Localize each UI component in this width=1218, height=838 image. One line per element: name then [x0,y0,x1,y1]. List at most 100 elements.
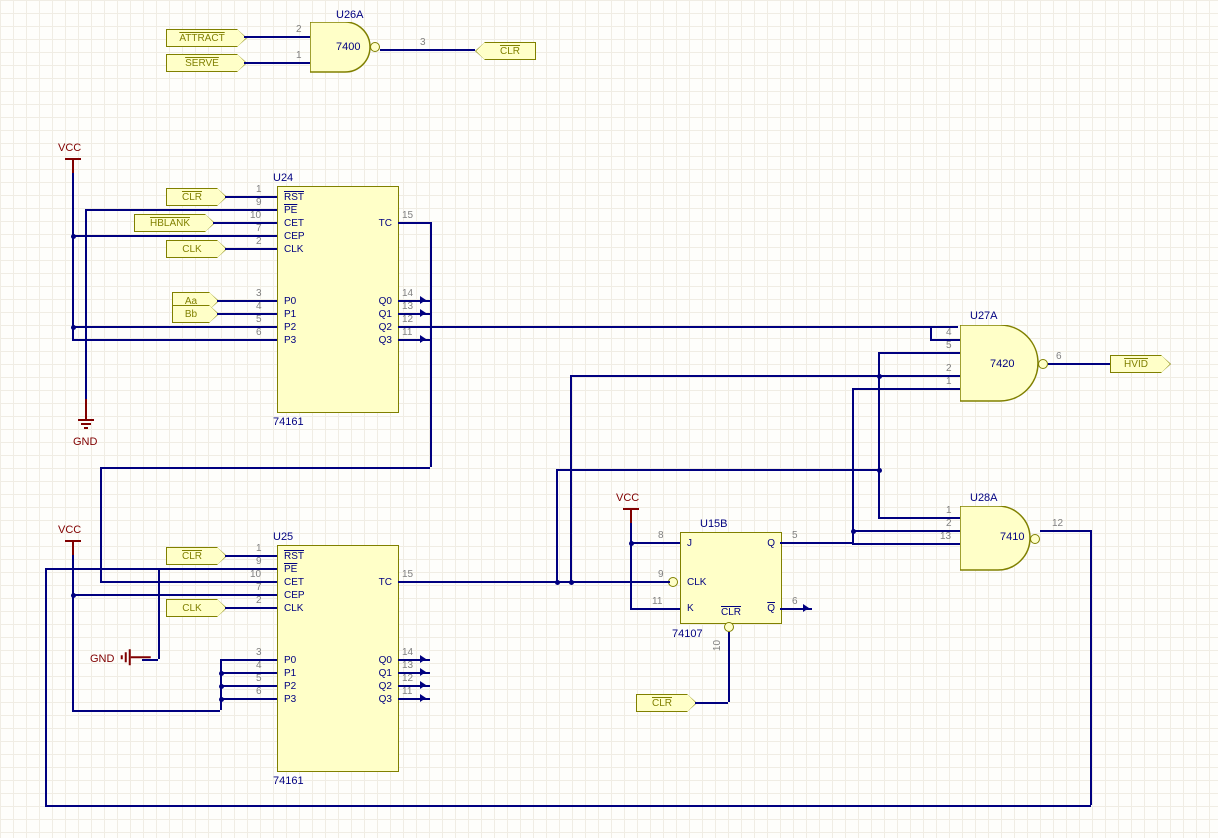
gnd-symbol [85,399,87,419]
wire [630,523,632,608]
wire [398,222,430,224]
junction [877,374,882,379]
tag-clr-u25: CLR [166,547,218,565]
pin-label: P2 [284,322,296,333]
wire [695,702,728,704]
pin-num: 3 [420,37,426,48]
pin-num: 11 [402,327,412,338]
wire [1040,530,1090,532]
pin-num: 6 [1056,351,1062,362]
nc-arrow [420,309,426,317]
wire [72,339,245,341]
pin-label: P3 [284,694,296,705]
pin-num: 6 [792,596,798,607]
u24-des: U24 [273,172,293,184]
wire [398,581,430,583]
tag-label: HVID [1124,359,1148,370]
tag-clr-out: CLR [484,42,536,60]
u27a-type: 7420 [990,358,1014,370]
wire [225,555,245,557]
tag-attract-label: ATTRACT [179,33,224,44]
tag-hvid: HVID [1110,355,1162,373]
pin-num: 4 [256,301,262,312]
pin-label: CLR [721,607,741,618]
pin-num: 2 [296,24,302,35]
nc-arrow [420,668,426,676]
wire [45,568,158,570]
pin-label: Q1 [379,309,392,320]
nc-arrow [420,335,426,343]
u28a-des: U28A [970,492,998,504]
pin-num: 2 [946,518,952,529]
junction [71,234,76,239]
pin-num: 5 [946,340,952,351]
wire [878,469,880,517]
wire [245,339,277,341]
wire [158,568,160,659]
pin-num: 9 [256,197,262,208]
wire [380,49,475,51]
pin-num: 8 [658,530,664,541]
vcc-label: VCC [616,492,639,504]
wire [630,608,658,610]
pin-num: 12 [1052,518,1063,529]
pin-num: 3 [256,647,262,658]
wire [930,517,960,519]
wire [556,469,558,581]
u28a-type: 7410 [1000,531,1024,543]
u26a-bubble [370,42,380,52]
wire [556,469,878,471]
pin-num: 2 [256,595,262,606]
wire [72,235,245,237]
tag-label: HBLANK [150,218,190,229]
pin-num: 5 [256,314,262,325]
nc-arrow [420,681,426,689]
pin-label: P1 [284,309,296,320]
wire [1048,363,1103,365]
wire [930,543,960,545]
u26a-des: U26A [336,9,364,21]
wire [100,467,430,469]
wire [728,657,730,702]
wire [658,581,670,583]
pin-num: 7 [256,582,262,593]
tag-bb: Bb [172,305,210,323]
wire [1090,530,1092,805]
wire [930,388,960,390]
wire [72,710,220,712]
u24-body: RST PE CET CEP CLK P0 P1 P2 P3 TC Q0 Q1 … [277,186,399,413]
tag-attract: ATTRACT [166,29,238,47]
pin-label: Q [767,538,775,549]
pin-label: TC [379,577,392,588]
u15b-body: J CLK K Q Q CLR [680,532,782,624]
wire [85,209,87,399]
wire [930,326,932,339]
pin-label: Q0 [379,296,392,307]
gnd-label: GND [90,653,114,665]
wire [878,352,930,354]
pin-label: Q2 [379,681,392,692]
pin-num: 6 [256,327,262,338]
pin-num: 5 [792,530,798,541]
junction [555,580,560,585]
tag-clk-u24: CLK [166,240,218,258]
pin-num: 1 [296,50,302,61]
pin-label: Q2 [379,322,392,333]
u25-type: 74161 [273,775,304,787]
tag-clr-u24: CLR [166,188,218,206]
u25-des: U25 [273,531,293,543]
vcc-label: VCC [58,142,81,154]
pin-num: 9 [658,569,664,580]
wire [72,555,74,710]
pin-label: TC [379,218,392,229]
pin-num: 13 [940,531,951,542]
pin-label: CET [284,577,304,588]
pin-num: 5 [256,673,262,684]
pin-num: 14 [402,647,413,658]
wire [45,805,1091,807]
wire [878,517,930,519]
wire [852,543,930,545]
wire [217,313,245,315]
pin-num: 15 [402,569,413,580]
clr-bubble [724,622,734,632]
